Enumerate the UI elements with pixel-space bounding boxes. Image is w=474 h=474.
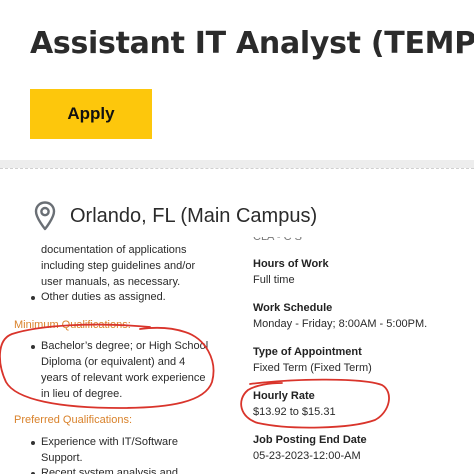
job-details-column: CLA - C S Hours of Work Full time Work S… [253,237,474,474]
preferred-qualifications-heading: Preferred Qualifications: [14,414,132,426]
schedule-label: Work Schedule [253,302,333,314]
location-row: Orlando, FL (Main Campus) [34,200,317,232]
hours-value: Full time [253,274,295,286]
end-date-value: 05-23-2023-12:00-AM [253,450,361,462]
bullet [31,296,35,300]
hourly-rate-label: Hourly Rate [253,390,315,402]
bullet [31,345,35,349]
end-date-label: Job Posting End Date [253,434,367,446]
map-pin-icon [34,201,56,231]
clipped-detail-value: CLA - C S [253,237,302,243]
duty-line: user manuals, as necessary. [41,276,181,288]
apply-button[interactable]: Apply [30,89,152,139]
preferred-line: Support. [41,452,83,464]
bullet [31,441,35,445]
schedule-value: Monday - Friday; 8:00AM - 5:00PM. [253,318,428,330]
duty-line: including step guidelines and/or [41,260,196,272]
job-title: Assistant IT Analyst (TEMP) [30,26,474,61]
duty-line: documentation of applications [41,244,187,256]
minimum-qualifications-heading: Minimum Qualifications: [14,319,131,331]
other-duty-text: Other duties as assigned. [41,291,166,303]
location-text: Orlando, FL (Main Campus) [70,204,318,227]
hourly-rate-value: $13.92 to $15.31 [253,406,336,418]
appointment-value: Fixed Term (Fixed Term) [253,362,372,374]
qualification-line: Bachelor’s degree; or High School [41,340,209,352]
section-divider [0,160,474,168]
preferred-line: Experience with IT/Software [41,436,178,448]
description-column: documentation of applications including … [0,237,240,474]
hours-label: Hours of Work [253,258,329,270]
qualification-line: years of relevant work experience [41,372,206,384]
preferred-line: Recent system analysis and [41,467,178,474]
qualification-line: in lieu of degree. [41,388,123,400]
qualification-line: Diploma (or equivalent) and 4 [41,356,186,368]
appointment-label: Type of Appointment [253,346,362,358]
dashed-divider [0,168,474,169]
